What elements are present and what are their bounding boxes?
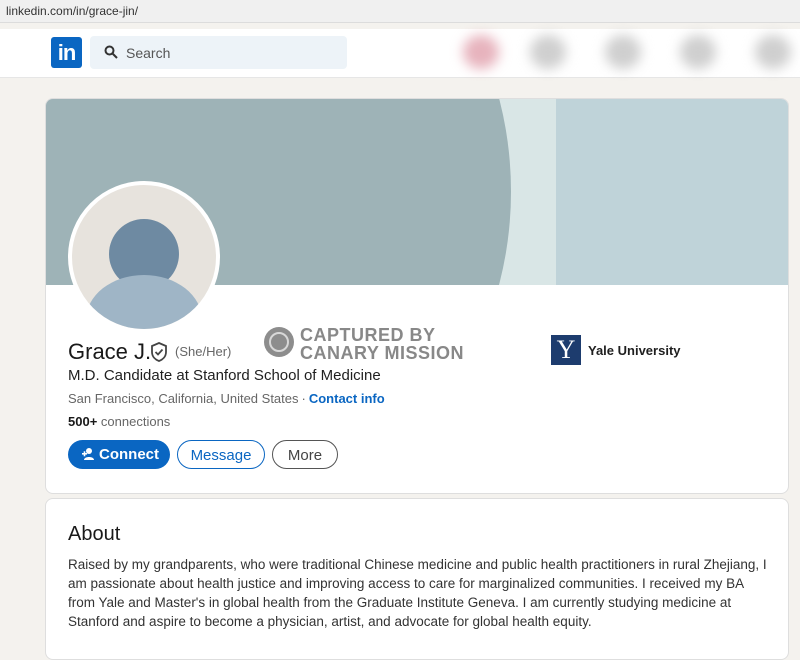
nav-item-blurred-3[interactable] — [605, 35, 641, 69]
contact-info-link[interactable]: Contact info — [309, 391, 385, 406]
browser-url-bar[interactable]: linkedin.com/in/grace-jin/ — [0, 0, 800, 23]
location-separator: · — [301, 391, 306, 406]
nav-item-blurred-4[interactable] — [680, 35, 716, 69]
search-icon — [104, 45, 118, 59]
profile-name: Grace J. — [68, 339, 152, 364]
nav-item-blurred-1[interactable] — [463, 35, 499, 69]
canary-mission-logo-icon — [264, 327, 294, 357]
about-card: About Raised by my grandparents, who wer… — [45, 498, 789, 660]
about-text: Raised by my grandparents, who were trad… — [68, 557, 767, 629]
connections-count-row[interactable]: 500+ connections — [68, 414, 170, 429]
linkedin-logo[interactable]: in — [51, 37, 82, 68]
about-title: About — [68, 523, 121, 545]
nav-item-blurred-2[interactable] — [530, 35, 566, 69]
watermark-line2: CANARY MISSION — [300, 343, 465, 363]
message-button[interactable]: Message — [177, 440, 265, 469]
profile-location: San Francisco, California, United States — [68, 391, 299, 406]
education-name[interactable]: Yale University — [588, 343, 681, 358]
search-input[interactable]: Search — [90, 36, 347, 69]
profile-pronouns: (She/Her) — [175, 344, 232, 359]
connections-count: 500+ — [68, 414, 98, 429]
yale-logo-icon[interactable]: Y — [551, 335, 581, 365]
profile-card: Grace J. (She/Her) CAPTURED BY CANARY MI… — [45, 98, 789, 494]
add-person-icon — [82, 448, 94, 460]
connect-button[interactable]: Connect — [68, 440, 170, 469]
profile-avatar[interactable] — [68, 181, 220, 333]
more-button[interactable]: More — [272, 440, 338, 469]
connect-button-label: Connect — [99, 446, 159, 463]
connections-label: connections — [100, 414, 171, 429]
top-navigation: in Search — [0, 29, 800, 78]
avatar-body — [86, 275, 202, 329]
nav-item-blurred-5[interactable] — [755, 35, 791, 69]
url-text: linkedin.com/in/grace-jin/ — [6, 4, 139, 18]
profile-headline: M.D. Candidate at Stanford School of Med… — [68, 367, 381, 384]
search-placeholder: Search — [126, 45, 171, 61]
profile-location-row: San Francisco, California, United States… — [68, 391, 385, 406]
verified-shield-icon[interactable] — [150, 342, 168, 362]
